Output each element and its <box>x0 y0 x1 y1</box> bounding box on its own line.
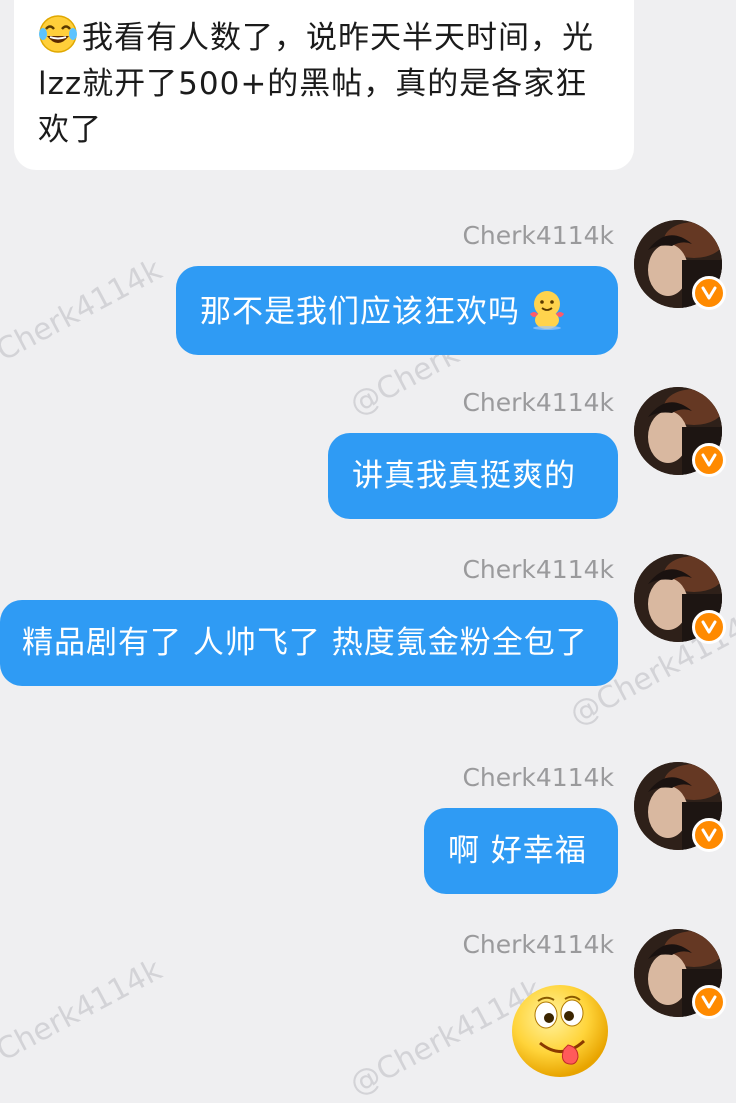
message-text: 啊 好幸福 <box>448 833 587 869</box>
verified-badge-icon <box>692 985 726 1019</box>
verified-badge-icon <box>692 610 726 644</box>
verified-badge-icon <box>692 818 726 852</box>
verified-badge-icon <box>692 276 726 310</box>
sender-name[interactable]: Cherk4114k <box>462 554 614 586</box>
outgoing-message-bubble[interactable]: 啊 好幸福 <box>424 808 618 894</box>
message-text: 讲真我真挺爽的 <box>352 458 576 494</box>
outgoing-message-bubble[interactable]: 那不是我们应该狂欢吗 <box>176 266 618 355</box>
outgoing-message-bubble[interactable]: 讲真我真挺爽的 <box>328 433 618 519</box>
sender-name[interactable]: Cherk4114k <box>462 387 614 419</box>
chat-view: @Cherk4114k @Cherk4114k @Cherk4114k @Che… <box>0 0 736 1103</box>
message-text: 精品剧有了 人帅飞了 热度氪金粉全包了 <box>22 625 588 661</box>
sender-name[interactable]: Cherk4114k <box>462 220 614 252</box>
verified-badge-icon <box>692 443 726 477</box>
sender-name[interactable]: Cherk4114k <box>462 929 614 961</box>
watermark: @Cherk4114k <box>0 252 168 383</box>
sender-name[interactable]: Cherk4114k <box>462 762 614 794</box>
tongue-out-face-sticker-icon[interactable] <box>510 981 610 1079</box>
incoming-message-bubble[interactable]: 我看有人数了，说昨天半天时间，光lzz就开了500+的黑帖，真的是各家狂欢了 <box>14 0 634 170</box>
watermark: @Cherk4114k <box>0 952 168 1083</box>
message-text: 那不是我们应该狂欢吗 <box>200 294 520 330</box>
laugh-cry-emoji-icon <box>38 14 78 54</box>
incoming-message-text: 我看有人数了，说昨天半天时间，光lzz就开了500+的黑帖，真的是各家狂欢了 <box>38 20 594 148</box>
outgoing-message-bubble[interactable]: 精品剧有了 人帅飞了 热度氪金粉全包了 <box>0 600 618 686</box>
hug-emoji-icon <box>524 286 570 330</box>
